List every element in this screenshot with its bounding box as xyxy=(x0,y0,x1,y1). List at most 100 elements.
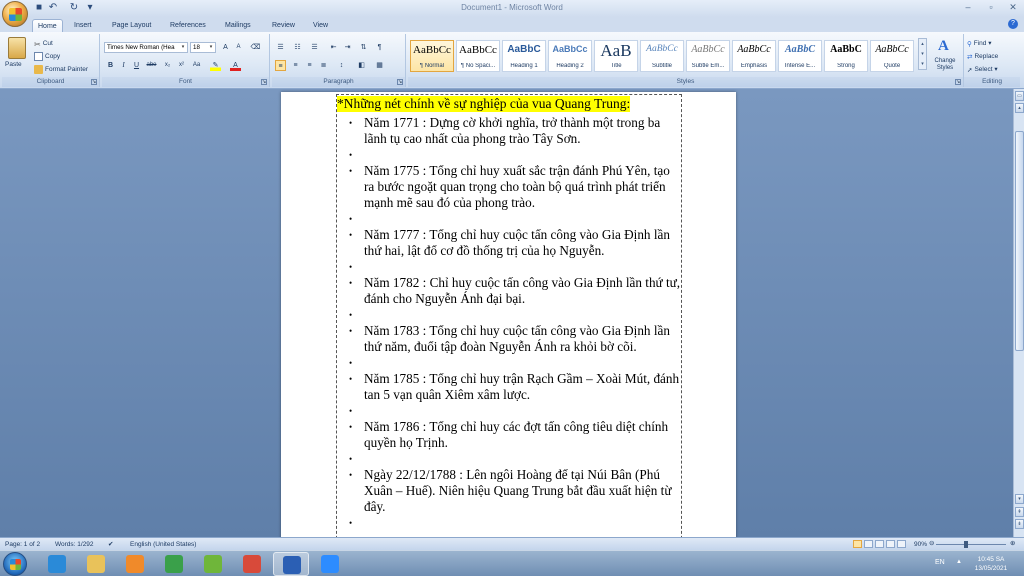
bold-icon[interactable]: B xyxy=(105,60,116,71)
tab-insert[interactable]: Insert xyxy=(69,19,97,32)
list-item[interactable]: Năm 1777 : Tổng chỉ huy cuộc tấn công và… xyxy=(337,227,683,259)
document-heading[interactable]: *Những nét chính về sự nghiệp của vua Qu… xyxy=(337,96,631,112)
list-item[interactable] xyxy=(337,259,683,275)
shading-icon[interactable]: ◧ xyxy=(356,60,367,71)
style-tile[interactable]: AaBbCc ¶ No Spaci... xyxy=(456,40,500,72)
styles-launcher-icon[interactable]: ↘ xyxy=(955,79,961,85)
taskbar-app[interactable] xyxy=(39,552,75,576)
draft-view-icon[interactable] xyxy=(897,540,906,548)
font-launcher-icon[interactable]: ↘ xyxy=(261,79,267,85)
change-styles-button[interactable]: A Change Styles xyxy=(930,38,960,74)
office-button[interactable] xyxy=(2,1,28,27)
style-tile[interactable]: AaBbC Heading 1 xyxy=(502,40,546,72)
align-center-icon[interactable]: ≡ xyxy=(290,60,301,71)
font-family-select[interactable]: Times New Roman (Hea ▾ xyxy=(104,42,188,53)
borders-icon[interactable]: ▦ xyxy=(374,60,385,71)
tab-references[interactable]: References xyxy=(165,19,211,32)
list-item[interactable] xyxy=(337,211,683,227)
language-status[interactable]: English (United States) xyxy=(130,540,196,549)
line-spacing-icon[interactable]: ↕ xyxy=(336,60,347,71)
full-screen-reading-icon[interactable] xyxy=(864,540,873,548)
text-frame[interactable]: *Những nét chính về sự nghiệp của vua Qu… xyxy=(336,94,682,537)
clock[interactable]: 10:45 SA 13/05/2021 xyxy=(966,555,1016,573)
replace-button[interactable]: ⇄ Replace xyxy=(967,51,998,62)
highlight-icon[interactable]: ✎ xyxy=(210,60,221,71)
copy-button[interactable]: Copy xyxy=(34,51,60,62)
paste-icon[interactable] xyxy=(8,37,26,59)
taskbar-app[interactable] xyxy=(117,552,153,576)
sort-icon[interactable]: ⇅ xyxy=(358,42,369,53)
taskbar-app[interactable] xyxy=(234,552,270,576)
paste-button[interactable]: Paste xyxy=(5,61,22,68)
list-item[interactable] xyxy=(337,403,683,419)
list-item[interactable] xyxy=(337,451,683,467)
tab-home[interactable]: Home xyxy=(32,19,63,32)
multilevel-list-icon[interactable]: ☰ xyxy=(309,42,320,53)
grow-font-icon[interactable]: A xyxy=(220,42,231,53)
style-tile[interactable]: AaBbCc ¶ Normal xyxy=(410,40,454,72)
bullets-icon[interactable]: ☰ xyxy=(275,42,286,53)
zoom-in-icon[interactable]: ⊕ xyxy=(1010,539,1015,548)
underline-icon[interactable]: U xyxy=(131,60,142,71)
style-tile[interactable]: AaBbCc Emphasis xyxy=(732,40,776,72)
previous-page-icon[interactable]: ⇞ xyxy=(1015,507,1024,517)
styles-gallery-scroll[interactable]: ▴ ▾ ▾ xyxy=(918,38,927,70)
style-tile[interactable]: AaBbC Strong xyxy=(824,40,868,72)
font-size-select[interactable]: 18 ▾ xyxy=(190,42,216,53)
tab-mailings[interactable]: Mailings xyxy=(220,19,256,32)
style-tile[interactable]: AaB Title xyxy=(594,40,638,72)
subscript-icon[interactable]: x₂ xyxy=(162,60,173,71)
format-painter-button[interactable]: Format Painter xyxy=(34,64,88,75)
select-button[interactable]: ➚ Select ▾ xyxy=(967,64,998,75)
style-tile[interactable]: AaBbCc Quote xyxy=(870,40,914,72)
list-item[interactable] xyxy=(337,307,683,323)
list-item[interactable] xyxy=(337,355,683,371)
taskbar-app[interactable] xyxy=(195,552,231,576)
tab-page-layout[interactable]: Page Layout xyxy=(107,19,156,32)
increase-indent-icon[interactable]: ⇥ xyxy=(342,42,353,53)
document-page[interactable]: *Những nét chính về sự nghiệp của vua Qu… xyxy=(281,92,736,537)
list-item[interactable]: Năm 1775 : Tổng chỉ huy xuất sắc trận đá… xyxy=(337,163,683,211)
word-count[interactable]: Words: 1/292 xyxy=(55,540,94,549)
superscript-icon[interactable]: x² xyxy=(176,60,187,71)
align-right-icon[interactable]: ≡ xyxy=(304,60,315,71)
style-tile[interactable]: AaBbC Intense E... xyxy=(778,40,822,72)
zoom-out-icon[interactable]: ⊖ xyxy=(929,539,934,548)
strikethrough-icon[interactable]: abe xyxy=(146,60,157,71)
tab-view[interactable]: View xyxy=(308,19,333,32)
close-icon[interactable]: ✕ xyxy=(1005,1,1021,13)
vertical-scrollbar[interactable]: ▭ ▴ ▾ ⇞ ⇟ xyxy=(1013,89,1024,537)
clipboard-launcher-icon[interactable]: ↘ xyxy=(91,79,97,85)
align-left-icon[interactable]: ≡ xyxy=(275,60,286,71)
style-tile[interactable]: AaBbCc Subtle Em... xyxy=(686,40,730,72)
web-layout-icon[interactable] xyxy=(875,540,884,548)
list-item[interactable] xyxy=(337,515,683,531)
taskbar-app[interactable] xyxy=(273,552,309,576)
page-count[interactable]: Page: 1 of 2 xyxy=(5,540,40,549)
list-item[interactable]: Ngày 22/12/1788 : Lên ngôi Hoàng đế tại … xyxy=(337,467,683,515)
taskbar-app[interactable] xyxy=(78,552,114,576)
ruler-toggle-icon[interactable]: ▭ xyxy=(1015,91,1024,101)
show-hidden-icons-icon[interactable]: ▲ xyxy=(956,559,962,565)
proofing-icon[interactable]: ✔ xyxy=(108,540,113,549)
minimize-icon[interactable]: – xyxy=(960,1,976,13)
start-button[interactable] xyxy=(3,552,27,576)
taskbar-app[interactable] xyxy=(156,552,192,576)
shrink-font-icon[interactable]: A xyxy=(233,42,244,53)
style-tile[interactable]: AaBbCc Subtitle xyxy=(640,40,684,72)
scroll-up-icon[interactable]: ▴ xyxy=(1015,103,1024,113)
zoom-slider[interactable] xyxy=(936,541,1006,548)
input-language[interactable]: EN xyxy=(935,559,945,566)
scroll-thumb[interactable] xyxy=(1015,131,1024,351)
list-item[interactable]: Năm 1786 : Tổng chỉ huy các đợt tấn công… xyxy=(337,419,683,451)
decrease-indent-icon[interactable]: ⇤ xyxy=(328,42,339,53)
list-item[interactable] xyxy=(337,147,683,163)
find-button[interactable]: ⚲ Find ▾ xyxy=(967,38,992,49)
numbering-icon[interactable]: ☷ xyxy=(292,42,303,53)
cut-button[interactable]: ✂ Cut xyxy=(34,38,53,49)
clear-format-icon[interactable]: ⌫ xyxy=(250,42,261,53)
style-tile[interactable]: AaBbCc Heading 2 xyxy=(548,40,592,72)
justify-icon[interactable]: ≣ xyxy=(318,60,329,71)
print-layout-icon[interactable] xyxy=(853,540,862,548)
italic-icon[interactable]: I xyxy=(118,60,129,71)
